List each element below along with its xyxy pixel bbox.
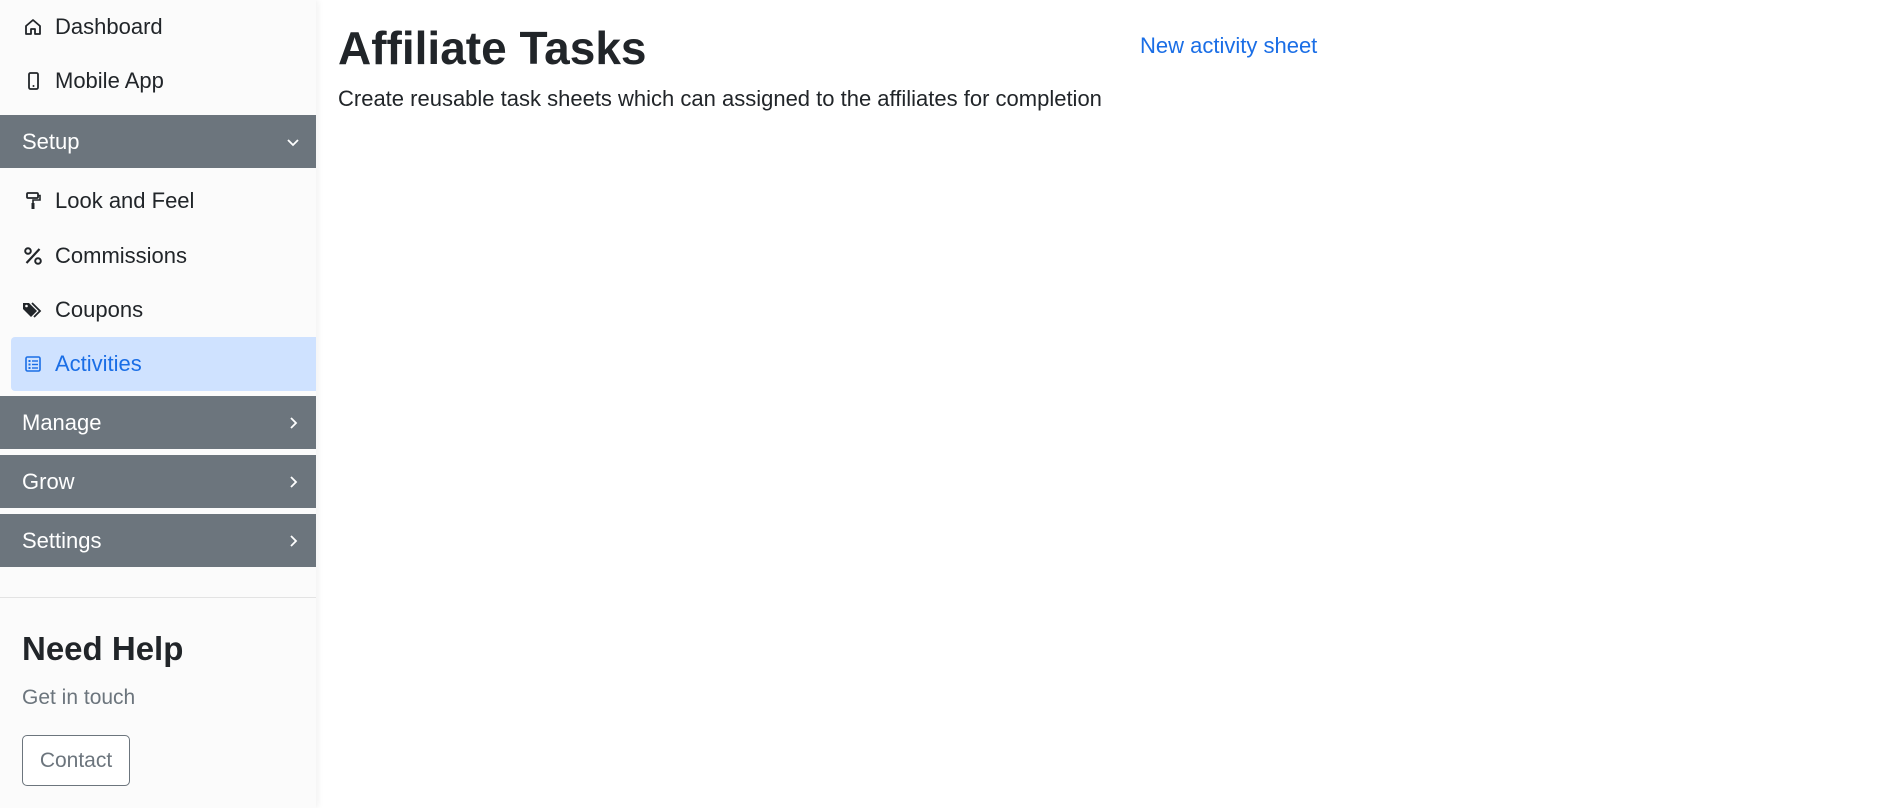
percent-icon bbox=[22, 245, 44, 267]
section-header-setup[interactable]: Setup bbox=[0, 115, 316, 168]
section-header-settings[interactable]: Settings bbox=[0, 514, 316, 567]
section-header-manage[interactable]: Manage bbox=[0, 396, 316, 449]
help-subtitle: Get in touch bbox=[22, 686, 136, 709]
chevron-right-icon bbox=[286, 534, 300, 548]
sidebar-item-label: Look and Feel bbox=[55, 188, 195, 213]
sidebar-item-label: Coupons bbox=[55, 297, 144, 322]
mobile-phone-icon bbox=[22, 70, 44, 92]
tags-icon bbox=[22, 299, 44, 321]
new-activity-sheet-link[interactable]: New activity sheet bbox=[1140, 33, 1317, 59]
sidebar-item-coupons[interactable]: Coupons bbox=[0, 283, 316, 337]
section-header-grow[interactable]: Grow bbox=[0, 455, 316, 508]
page-description: Create reusable task sheets which can as… bbox=[338, 86, 1102, 111]
sidebar-item-label: Activities bbox=[55, 351, 142, 376]
sidebar-item-commissions[interactable]: Commissions bbox=[0, 229, 316, 283]
section-label: Grow bbox=[22, 468, 75, 494]
sidebar-item-activities[interactable]: Activities bbox=[11, 337, 316, 391]
section-label: Setup bbox=[22, 128, 80, 154]
section-label: Manage bbox=[22, 409, 102, 435]
sidebar-item-label: Dashboard bbox=[55, 14, 163, 39]
page-title: Affiliate Tasks bbox=[338, 22, 647, 74]
sidebar-item-label: Commissions bbox=[55, 243, 188, 268]
sidebar-divider bbox=[0, 597, 316, 598]
contact-button[interactable]: Contact bbox=[22, 735, 130, 786]
paint-roller-icon bbox=[22, 190, 44, 212]
home-icon bbox=[22, 16, 44, 38]
help-title: Need Help bbox=[22, 630, 184, 667]
sidebar: Dashboard Mobile App Setup Look and Feel… bbox=[0, 0, 316, 808]
chevron-right-icon bbox=[286, 475, 300, 489]
chevron-right-icon bbox=[286, 416, 300, 430]
sidebar-item-dashboard[interactable]: Dashboard bbox=[0, 0, 316, 54]
list-icon bbox=[22, 353, 44, 375]
section-label: Settings bbox=[22, 527, 102, 553]
sidebar-item-label: Mobile App bbox=[55, 68, 164, 93]
sidebar-item-mobile-app[interactable]: Mobile App bbox=[0, 54, 316, 108]
chevron-down-icon bbox=[286, 135, 300, 149]
sidebar-item-look-and-feel[interactable]: Look and Feel bbox=[0, 174, 316, 228]
